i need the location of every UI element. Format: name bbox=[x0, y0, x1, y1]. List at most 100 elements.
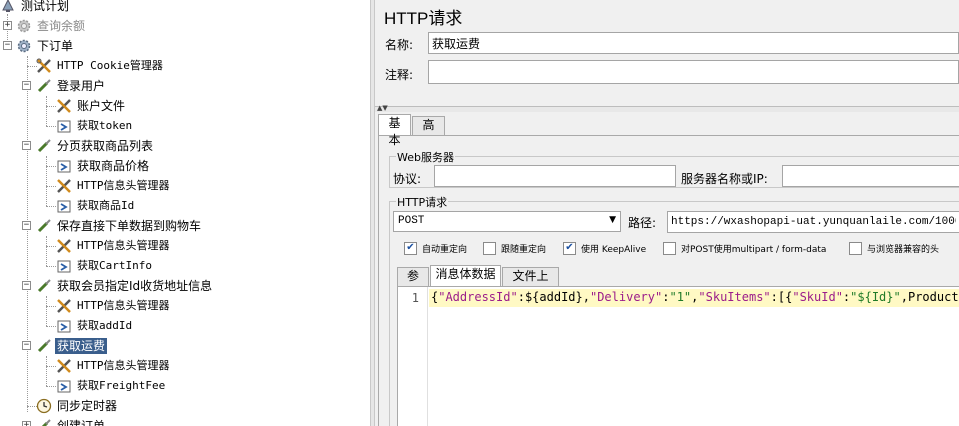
server-name-input[interactable] bbox=[782, 165, 959, 187]
timer-clock-icon bbox=[36, 398, 52, 414]
tree-node-save-to-cart[interactable]: 保存直接下单数据到购物车 bbox=[36, 216, 203, 236]
transaction-controller-icon bbox=[41, 419, 51, 426]
path-label: 路径: bbox=[628, 216, 657, 230]
body-data-editor[interactable]: 1 {"AddressId":${addId},"Delivery":"1","… bbox=[397, 286, 959, 426]
checkbox-label: 使用 KeepAlive bbox=[581, 244, 647, 255]
tree-node-header-manager[interactable]: HTTP信息头管理器 bbox=[56, 296, 172, 316]
tree-node-sync-timer[interactable]: 同步定时器 bbox=[36, 396, 119, 416]
tree-node-label: 登录用户 bbox=[57, 79, 106, 93]
multipart-checkbox[interactable]: 对POST使用multipart / form-data bbox=[663, 240, 826, 256]
checkbox-label: 自动重定向 bbox=[422, 244, 468, 255]
tree-node-label: 获取token bbox=[77, 119, 133, 132]
name-label: 名称: bbox=[385, 38, 414, 52]
tree-node-get-freightfee[interactable]: 获取FreightFee bbox=[56, 376, 167, 396]
checkbox-label: 跟随重定向 bbox=[501, 244, 547, 255]
checkbox-label: 与浏览器兼容的头 bbox=[867, 244, 940, 255]
http-request-group-title: HTTP请求 bbox=[396, 194, 449, 210]
chevron-down-icon: ▼ bbox=[609, 215, 616, 225]
tree-node-label: 查询余额 bbox=[37, 19, 86, 33]
tree-node-account-file[interactable]: 账户文件 bbox=[56, 96, 127, 116]
collapse-toggle[interactable]: − bbox=[22, 221, 31, 230]
tree-node-get-addid[interactable]: 获取addId bbox=[56, 316, 134, 336]
collapse-toggle[interactable]: − bbox=[22, 141, 31, 150]
tree-node-label: 获取商品Id bbox=[77, 199, 135, 212]
code-line: {"AddressId":${addId},"Delivery":"1","Sk… bbox=[429, 289, 959, 307]
tree-node-label: HTTP Cookie管理器 bbox=[57, 59, 163, 72]
tab-parameters[interactable]: 参数 bbox=[397, 267, 429, 300]
protocol-label: 协议: bbox=[393, 172, 422, 186]
collapse-toggle[interactable]: − bbox=[22, 341, 31, 350]
tree-node-get-member-address[interactable]: 获取会员指定Id收货地址信息 bbox=[36, 276, 214, 296]
tree-node-login-user[interactable]: 登录用户 bbox=[36, 76, 107, 96]
tree-node-label: 获取运费 bbox=[55, 338, 108, 354]
server-name-label: 服务器名称或IP: bbox=[681, 172, 768, 186]
transaction-controller-icon bbox=[37, 139, 51, 153]
config-wrench-icon bbox=[57, 299, 71, 313]
tree-node-header-manager[interactable]: HTTP信息头管理器 bbox=[56, 236, 172, 256]
http-sampler-icon bbox=[57, 160, 71, 173]
http-request-panel: HTTP请求 名称: 注释: ▲▼ 基本 高级 Web服务器 协议: 服务器名称… bbox=[375, 0, 959, 426]
comment-label: 注释: bbox=[385, 68, 414, 82]
tree-node-label: HTTP信息头管理器 bbox=[77, 299, 170, 312]
tree-node-label: 获取FreightFee bbox=[77, 379, 166, 392]
test-plan-icon bbox=[2, 0, 14, 12]
comment-input[interactable] bbox=[428, 60, 959, 84]
keepalive-checkbox[interactable]: ✔ 使用 KeepAlive bbox=[563, 240, 646, 256]
tree-node-label: 同步定时器 bbox=[57, 399, 118, 413]
checkbox-box bbox=[849, 241, 862, 255]
name-input[interactable] bbox=[428, 32, 959, 54]
thread-group-icon bbox=[17, 19, 31, 33]
checkbox-label: 对POST使用multipart / form-data bbox=[681, 244, 827, 255]
expand-toggle[interactable]: + bbox=[22, 421, 31, 426]
tree-node-get-token[interactable]: 获取token bbox=[56, 116, 134, 136]
tree-node-query-balance[interactable]: 查询余额 bbox=[16, 16, 87, 36]
browser-headers-checkbox[interactable]: 与浏览器兼容的头 bbox=[849, 240, 939, 256]
test-plan-tree[interactable]: + − − − − − − + 测试计划 查询余额 下订单 HTTP Cooki… bbox=[0, 0, 370, 426]
tab-advanced[interactable]: 高级 bbox=[412, 116, 445, 149]
tab-file-upload[interactable]: 文件上传 bbox=[502, 267, 559, 300]
tab-basic[interactable]: 基本 bbox=[378, 114, 411, 147]
follow-redirect-checkbox[interactable]: 跟随重定向 bbox=[483, 240, 546, 256]
method-select[interactable]: POST ▼ bbox=[393, 211, 621, 232]
tree-node-get-freight[interactable]: 获取运费 bbox=[36, 336, 108, 356]
auto-redirect-checkbox[interactable]: ✔ 自动重定向 bbox=[404, 240, 467, 256]
tree-node-header-manager[interactable]: HTTP信息头管理器 bbox=[56, 176, 172, 196]
http-sampler-icon bbox=[57, 380, 71, 393]
tree-node-test-plan[interactable]: 测试计划 bbox=[0, 0, 71, 16]
tree-node-label: 分页获取商品列表 bbox=[57, 139, 154, 153]
checkbox-box bbox=[483, 241, 496, 255]
tree-node-label: HTTP信息头管理器 bbox=[77, 179, 170, 192]
line-number-gutter: 1 bbox=[398, 287, 428, 426]
web-server-group-title: Web服务器 bbox=[396, 149, 455, 165]
expand-toggle[interactable]: + bbox=[3, 21, 12, 30]
tree-node-place-order[interactable]: 下订单 bbox=[16, 36, 75, 56]
checkbox-box: ✔ bbox=[404, 241, 417, 255]
tree-node-label: 获取addId bbox=[77, 319, 133, 332]
tree-node-label: 账户文件 bbox=[77, 99, 126, 113]
http-sampler-icon bbox=[57, 120, 71, 133]
protocol-input[interactable] bbox=[434, 165, 676, 187]
tree-node-create-order[interactable]: 创建订单 bbox=[36, 416, 107, 426]
method-value: POST bbox=[398, 215, 425, 227]
tree-node-get-cartinfo[interactable]: 获取CartInfo bbox=[56, 256, 154, 276]
section-divider[interactable]: ▲▼ bbox=[375, 104, 959, 112]
tree-node-label: HTTP信息头管理器 bbox=[77, 239, 170, 252]
path-input[interactable] bbox=[667, 211, 959, 233]
tree-node-label: 获取CartInfo bbox=[77, 259, 152, 272]
tree-node-get-product-id[interactable]: 获取商品Id bbox=[56, 196, 136, 216]
tree-node-header-manager[interactable]: HTTP信息头管理器 bbox=[56, 356, 172, 376]
collapse-toggle[interactable]: − bbox=[22, 81, 31, 90]
tree-node-cookie-manager[interactable]: HTTP Cookie管理器 bbox=[36, 56, 165, 76]
tree-node-get-product-price[interactable]: 获取商品价格 bbox=[56, 156, 151, 176]
tree-node-paged-product-list[interactable]: 分页获取商品列表 bbox=[36, 136, 155, 156]
config-wrench-icon bbox=[57, 359, 71, 373]
collapse-toggle[interactable]: − bbox=[22, 281, 31, 290]
tree-node-label: 创建订单 bbox=[57, 419, 106, 426]
code-text: {"AddressId":${addId},"Delivery":"1","Sk… bbox=[431, 290, 959, 304]
tab-body-data[interactable]: 消息体数据 bbox=[430, 265, 501, 286]
http-sampler-icon bbox=[57, 200, 71, 213]
collapse-toggle[interactable]: − bbox=[3, 41, 12, 50]
transaction-controller-icon bbox=[37, 79, 51, 93]
basic-tab-content: Web服务器 协议: 服务器名称或IP: HTTP请求 POST ▼ 路径: ✔… bbox=[378, 135, 959, 426]
collapse-arrow-icon[interactable]: ▲▼ bbox=[377, 104, 388, 112]
